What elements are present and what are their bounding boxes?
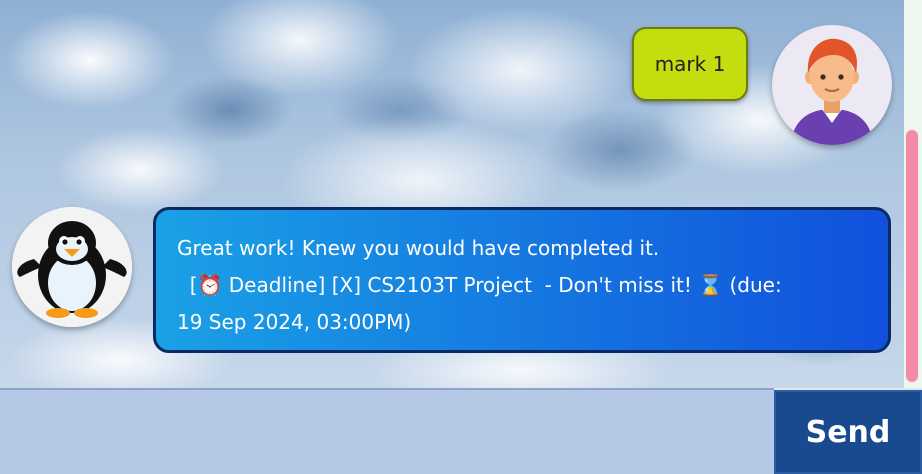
message-input[interactable]: [0, 388, 774, 474]
scrollbar-thumb[interactable]: [906, 130, 918, 382]
user-message-bubble: mark 1: [632, 27, 748, 101]
bot-message-text: Great work! Knew you would have complete…: [177, 236, 782, 334]
penguin-avatar-icon: [12, 207, 132, 327]
chat-area[interactable]: mark 1 Great work! Knew you would have c…: [0, 0, 904, 388]
send-button-label: Send: [805, 414, 891, 450]
bot-message-bubble: Great work! Knew you would have complete…: [153, 207, 891, 353]
send-button[interactable]: Send: [774, 390, 922, 474]
person-avatar-icon: [790, 38, 874, 145]
bot-avatar: [12, 207, 132, 327]
user-avatar: [772, 25, 892, 145]
user-message-text: mark 1: [654, 52, 726, 76]
